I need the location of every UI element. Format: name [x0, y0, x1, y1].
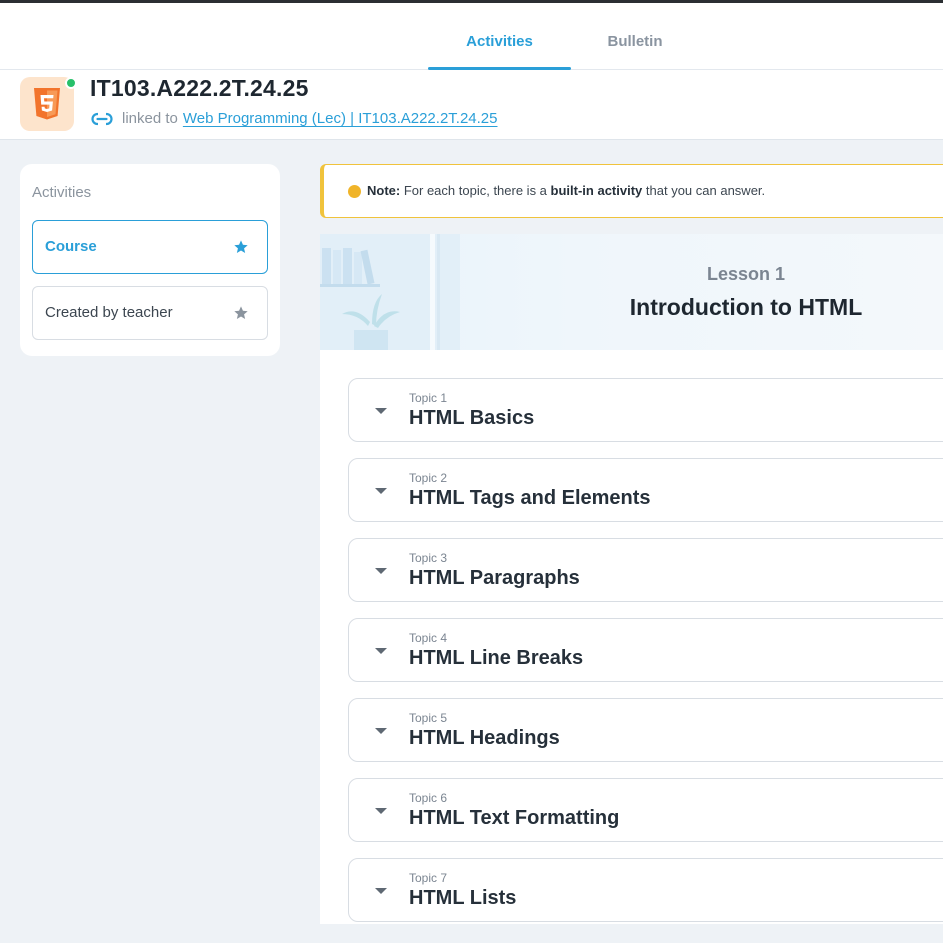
note-label: Note: — [367, 183, 401, 198]
note-text: Note: For each topic, there is a built-i… — [348, 183, 765, 198]
note-bold-text: built-in activity — [550, 183, 643, 198]
topic-item[interactable]: Topic 6 HTML Text Formatting — [348, 778, 943, 842]
course-title: IT103.A222.2T.24.25 — [90, 75, 309, 101]
sidebar-item-course[interactable]: Course — [32, 220, 268, 274]
topic-list: Topic 1 HTML Basics Topic 2 HTML Tags an… — [348, 378, 943, 924]
topic-item[interactable]: Topic 2 HTML Tags and Elements — [348, 458, 943, 522]
linked-course-link[interactable]: Web Programming (Lec) | IT103.A222.2T.24… — [183, 110, 498, 127]
topic-title: HTML Tags and Elements — [409, 487, 651, 509]
tabs-bar: Activities Bulletin — [0, 3, 943, 70]
lesson-number: Lesson 1 — [706, 264, 786, 284]
topic-item[interactable]: Topic 5 HTML Headings — [348, 698, 943, 762]
sidebar-heading: Activities — [32, 184, 92, 201]
topic-number: Topic 5 — [409, 711, 448, 725]
lesson-content: Lesson 1 Introduction to HTML Topic 1 HT… — [320, 234, 943, 924]
info-icon — [348, 166, 361, 198]
topic-number: Topic 2 — [409, 471, 448, 485]
tab-activities[interactable]: Activities — [428, 3, 571, 70]
star-icon — [234, 240, 248, 253]
caret-down-icon — [375, 488, 387, 494]
topic-item[interactable]: Topic 3 HTML Paragraphs — [348, 538, 943, 602]
caret-down-icon — [375, 728, 387, 734]
topic-number: Topic 6 — [409, 791, 448, 805]
link-icon — [91, 111, 113, 126]
note-banner: Note: For each topic, there is a built-i… — [320, 164, 943, 218]
star-icon — [234, 306, 248, 319]
sidebar-item-label: Created by teacher — [45, 304, 173, 321]
caret-down-icon — [375, 568, 387, 574]
topic-title: HTML Lists — [409, 887, 517, 909]
note-text-after: that you can answer. — [645, 183, 766, 198]
sidebar-item-label: Course — [45, 238, 97, 255]
caret-down-icon — [375, 648, 387, 654]
caret-down-icon — [375, 888, 387, 894]
sidebar-item-created-by-teacher[interactable]: Created by teacher — [32, 286, 268, 340]
topic-item[interactable]: Topic 1 HTML Basics — [348, 378, 943, 442]
course-header: IT103.A222.2T.24.25 linked to Web Progra… — [0, 70, 943, 140]
topic-number: Topic 1 — [409, 391, 448, 405]
bookshelf-plant-illustration — [320, 234, 460, 350]
topic-item[interactable]: Topic 7 HTML Lists — [348, 858, 943, 922]
topic-title: HTML Line Breaks — [409, 647, 584, 669]
topic-title: HTML Paragraphs — [409, 567, 580, 589]
topic-number: Topic 3 — [409, 551, 448, 565]
caret-down-icon — [375, 408, 387, 414]
topic-number: Topic 7 — [409, 871, 448, 885]
topic-title: HTML Basics — [409, 407, 535, 429]
topic-number: Topic 4 — [409, 631, 448, 645]
topic-title: HTML Headings — [409, 727, 560, 749]
topic-title: HTML Text Formatting — [409, 807, 620, 829]
online-status-dot — [65, 77, 77, 89]
caret-down-icon — [375, 808, 387, 814]
tab-bulletin[interactable]: Bulletin — [580, 3, 690, 70]
html5-icon — [34, 88, 60, 120]
activities-sidebar: Activities Course Created by teacher — [20, 164, 280, 356]
topic-item[interactable]: Topic 4 HTML Line Breaks — [348, 618, 943, 682]
linked-course-row: linked to Web Programming (Lec) | IT103.… — [91, 110, 498, 127]
linked-to-label: linked to — [122, 110, 178, 127]
lesson-title: Introduction to HTML — [629, 294, 863, 320]
note-text-before: For each topic, there is a — [403, 183, 547, 198]
lesson-banner: Lesson 1 Introduction to HTML — [320, 234, 943, 350]
